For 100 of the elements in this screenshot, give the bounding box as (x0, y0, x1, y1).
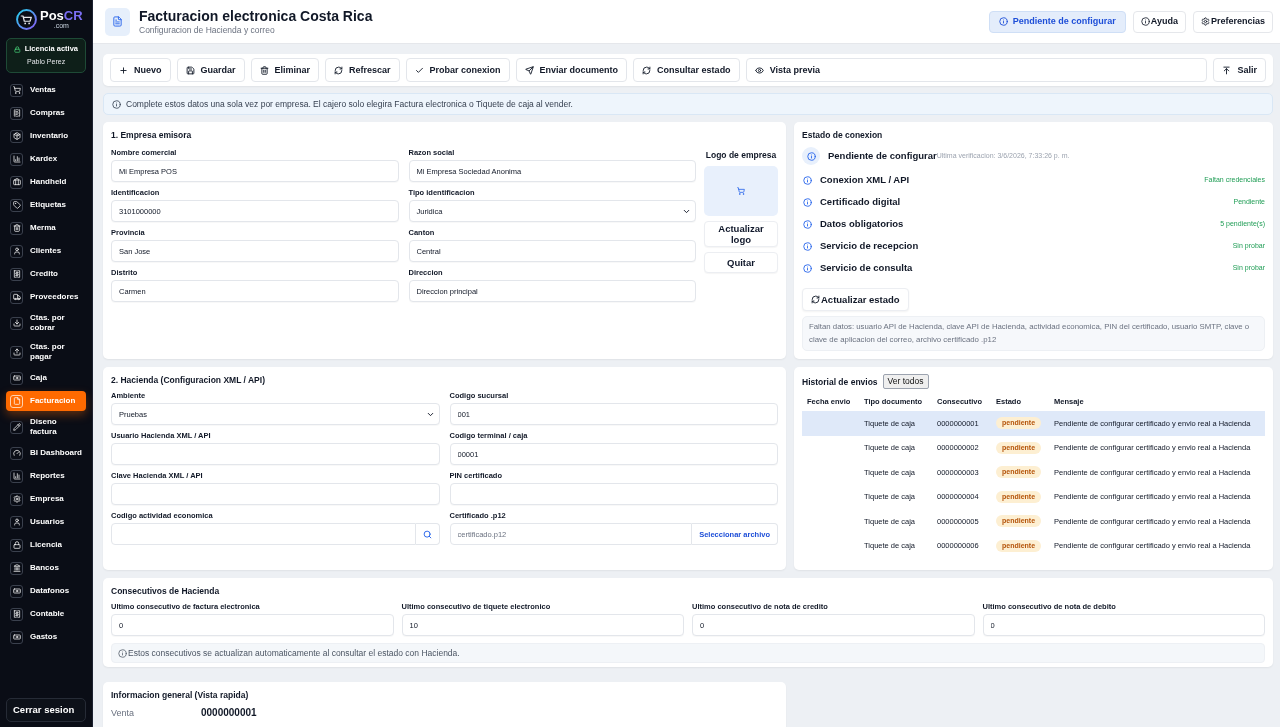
lock-icon (10, 538, 23, 552)
toolbar-button[interactable]: Vista previa (745, 58, 1208, 82)
section-title: Informacion general (Vista rapida) (111, 689, 250, 702)
eye-icon (754, 65, 764, 75)
search-button[interactable] (415, 523, 440, 545)
section-title: Estado de conexion (802, 129, 884, 142)
info-icon (803, 241, 812, 251)
exit-button[interactable]: Salir (1213, 58, 1266, 82)
document-icon (105, 7, 130, 36)
tag-icon (10, 198, 23, 212)
info-icon (803, 175, 812, 185)
banknote-icon (10, 371, 23, 385)
toolbar-button[interactable]: Probar conexion (405, 58, 510, 82)
banknote-icon (10, 630, 23, 644)
sidebar-item[interactable]: Caja (6, 368, 86, 388)
sidebar-item[interactable]: Clientes (6, 241, 86, 261)
check-name: Conexion XML / API (820, 174, 910, 186)
save-icon (185, 65, 195, 75)
logo-button[interactable]: Quitar (704, 252, 778, 273)
info-icon (998, 17, 1008, 26)
check-name: Servicio de recepcion (820, 240, 919, 252)
sidebar-item[interactable]: Proveedores (6, 287, 86, 307)
check-name: Servicio de consulta (820, 262, 913, 274)
sidebar-item[interactable]: Inventario (6, 126, 86, 146)
bank-icon (10, 561, 23, 575)
note-text: Estos consecutivos se actualizan automaticamente al consultar el estado con Hacienda. (128, 647, 460, 659)
status-button[interactable]: Pendiente de configurar (988, 10, 1126, 33)
sidebar-item[interactable]: Datafonos (6, 581, 86, 601)
header-button[interactable]: Ayuda (1132, 10, 1186, 33)
sidebar-item[interactable]: BI Dashboard (6, 443, 86, 463)
sidebar-item[interactable]: Gastos (6, 627, 86, 647)
cart-icon (10, 83, 23, 97)
refresh-icon (642, 65, 652, 75)
sidebar-item[interactable]: Contable (6, 604, 86, 624)
pencil-icon (10, 420, 23, 434)
sidebar-item[interactable]: Reportes (6, 466, 86, 486)
toolbar-button[interactable]: Refrescar (325, 58, 400, 82)
file-icon (10, 394, 23, 408)
info-icon (112, 99, 121, 109)
connection-status: Pendiente de configurar (828, 150, 937, 162)
arrow-up-icon (1222, 65, 1232, 75)
input-field[interactable] (111, 523, 416, 545)
sidebar-item[interactable]: Empresa (6, 489, 86, 509)
sidebar-item[interactable]: Etiquetas (6, 195, 86, 215)
sidebar-item[interactable]: Ctas. por pagar (6, 339, 86, 365)
cart-logo-icon (16, 9, 37, 30)
refresh-icon (811, 295, 820, 304)
settings-icon (10, 492, 23, 506)
send-icon (524, 65, 534, 75)
input-field[interactable] (111, 443, 440, 465)
info-icon (803, 263, 812, 273)
truck-icon (10, 290, 23, 304)
toolbar-button[interactable]: Guardar (176, 58, 245, 82)
check-name: Datos obligatorios (820, 218, 904, 230)
lock-icon (14, 44, 21, 54)
sidebar-item[interactable]: Handheld (6, 172, 86, 192)
trash-icon (259, 65, 269, 75)
search-icon (422, 529, 432, 539)
sidebar-item[interactable]: Compras (6, 103, 86, 123)
check-name: Certificado digital (820, 196, 901, 208)
logout-button[interactable]: Cerrar sesion (6, 698, 86, 722)
check-icon (414, 65, 424, 75)
section-title: 1. Empresa emisora (111, 129, 193, 142)
upload-icon (10, 345, 23, 359)
sidebar-item[interactable]: Bancos (6, 558, 86, 578)
receipt-icon (10, 267, 23, 281)
bar-chart-icon (10, 469, 23, 483)
sidebar-item[interactable]: Credito (6, 264, 86, 284)
overview-label: Venta (111, 707, 136, 719)
logo-button[interactable]: Actualizar logo (704, 221, 778, 247)
sidebar-item[interactable]: Kardex (6, 149, 86, 169)
toolbar-button[interactable]: Enviar documento (515, 58, 628, 82)
input-field[interactable] (449, 483, 778, 505)
input-field[interactable] (111, 483, 440, 505)
gauge-icon (10, 446, 23, 460)
toolbar-button[interactable]: Eliminar (250, 58, 320, 82)
receipt-icon (10, 607, 23, 621)
view-all-button[interactable]: Ver todos (882, 374, 929, 389)
sidebar-item[interactable]: Ctas. por cobrar (6, 310, 86, 336)
info-icon (118, 648, 127, 658)
info-icon (802, 147, 820, 165)
toolbar-button[interactable]: Nuevo (110, 58, 171, 82)
download-icon (10, 316, 23, 330)
sidebar-item[interactable]: Diseno factura (6, 414, 86, 440)
plus-icon (119, 65, 128, 75)
sidebar-item[interactable]: Usuarios (6, 512, 86, 532)
refresh-status-button[interactable]: Actualizar estado (802, 288, 909, 311)
banknote-icon (10, 584, 23, 598)
toolbar-button[interactable]: Consultar estado (633, 58, 740, 82)
sidebar-item[interactable]: Merma (6, 218, 86, 238)
logo-title: Logo de empresa (704, 149, 778, 162)
overview-value: 0000000001 (201, 707, 257, 719)
user-icon (10, 244, 23, 258)
user-icon (10, 515, 23, 529)
header-button[interactable]: Preferencias (1192, 10, 1273, 33)
info-icon (1140, 17, 1150, 26)
sidebar-item[interactable]: Ventas (6, 80, 86, 100)
sidebar-item[interactable]: Licencia (6, 535, 86, 555)
brand-name: PosCR (40, 9, 83, 22)
refresh-icon (334, 65, 344, 75)
